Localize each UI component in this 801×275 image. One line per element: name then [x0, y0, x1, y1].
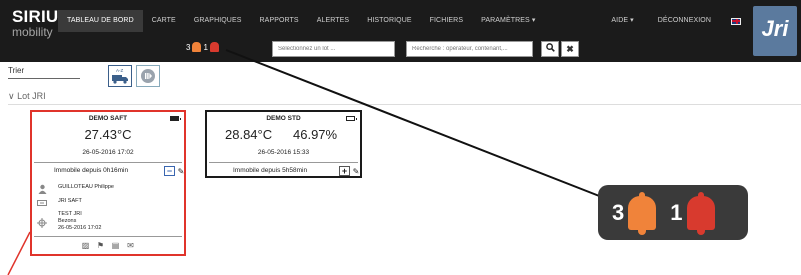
nav-alertes[interactable]: ALERTES	[308, 10, 358, 32]
nav-aide[interactable]: AIDE ▾	[599, 10, 645, 32]
expand-button[interactable]: +	[339, 166, 350, 176]
flag-icon[interactable]: ⚑	[96, 242, 105, 250]
container-icon	[37, 199, 47, 209]
orange-alarm-count-large: 3	[612, 199, 625, 225]
group-title: Lot JRI	[17, 91, 46, 101]
alarm-indicator[interactable]: 3 1	[186, 42, 219, 52]
mail-icon[interactable]: ✉	[126, 242, 135, 250]
device-card-demo-saft[interactable]: DEMO SAFT 27.43°C 26-05-2016 17:02 Immob…	[30, 110, 186, 256]
wrench-icon[interactable]: ✎	[177, 167, 185, 176]
search-icon	[545, 43, 555, 52]
map-icon[interactable]: ▨	[81, 242, 90, 250]
nav-parametres[interactable]: PARAMÈTRES ▾	[472, 10, 544, 32]
clear-button[interactable]: ✖	[561, 41, 579, 57]
operator-icon	[37, 184, 47, 194]
card-footer-divider	[34, 236, 182, 237]
nav-deconnexion[interactable]: DÉCONNEXION	[646, 10, 723, 32]
card-divider	[209, 162, 358, 163]
operator-name: GUILLOTEAU Philippe	[58, 184, 114, 190]
temperature-value: 27.43°C	[84, 127, 132, 142]
sort-label: Trier	[8, 64, 80, 79]
location-city: Bezons	[58, 218, 77, 224]
location-date: 26-05-2016 17:02	[58, 225, 102, 231]
search-input[interactable]	[406, 41, 533, 57]
orange-alarm-count: 3	[186, 42, 191, 52]
menu-right: AIDE ▾ DÉCONNEXION	[599, 10, 741, 32]
red-bell-icon	[686, 191, 715, 235]
sort-status-button[interactable]	[136, 65, 160, 87]
card-title: DEMO STD	[266, 115, 301, 122]
nav-carte[interactable]: CARTE	[143, 10, 185, 32]
card-divider	[34, 162, 182, 163]
document-icon[interactable]: ▤	[111, 242, 120, 250]
location-target-icon	[37, 218, 47, 228]
wrench-icon[interactable]: ✎	[352, 167, 360, 176]
red-bell-icon	[209, 42, 219, 52]
card-title: DEMO SAFT	[88, 115, 128, 122]
search-button[interactable]	[541, 41, 559, 57]
group-divider	[8, 104, 801, 105]
status-text: Immobile depuis 0h16min	[54, 167, 129, 174]
truck-az-icon: A-Z	[112, 68, 128, 84]
alarm-callout: 3 1	[598, 185, 748, 240]
top-navbar: SIRIUS mobility TABLEAU DE BORD CARTE GR…	[0, 0, 801, 62]
device-card-demo-std[interactable]: DEMO STD 28.84°C 46.97% 26-05-2016 15:33…	[205, 110, 362, 178]
reading-date: 26-05-2016 17:02	[82, 149, 134, 156]
humidity-value: 46.97%	[293, 127, 338, 142]
battery-icon	[346, 116, 357, 121]
battery-icon	[170, 116, 181, 121]
jri-logo: Jri	[753, 6, 797, 56]
svg-text:A-Z: A-Z	[116, 68, 124, 73]
close-icon: ✖	[566, 44, 574, 54]
pause-play-icon	[141, 69, 155, 83]
nav-graphiques[interactable]: GRAPHIQUES	[185, 10, 251, 32]
red-alarm-count: 1	[203, 42, 208, 52]
temperature-value: 28.84°C	[225, 127, 273, 142]
location-block: TEST JRI Bezons 26-05-2016 17:02	[58, 211, 101, 232]
nav-historique[interactable]: HISTORIQUE	[358, 10, 420, 32]
reading-date: 26-05-2016 15:33	[257, 149, 310, 156]
orange-bell-icon	[628, 191, 657, 235]
nav-fichiers[interactable]: FICHIERS	[421, 10, 472, 32]
location-name: TEST JRI	[58, 211, 82, 217]
nav-rapports[interactable]: RAPPORTS	[251, 10, 308, 32]
uk-flag-icon[interactable]	[731, 17, 741, 25]
chevron-down-icon: ∨	[8, 91, 15, 101]
red-alarm-count-large: 1	[670, 199, 683, 225]
nav-tableau-de-bord[interactable]: TABLEAU DE BORD	[58, 10, 143, 32]
container-name: JRI SAFT	[58, 198, 82, 204]
status-text: Immobile depuis 5h58min	[233, 167, 308, 174]
orange-bell-icon	[192, 42, 202, 52]
collapse-button[interactable]: −	[164, 166, 175, 176]
main-menu: TABLEAU DE BORD CARTE GRAPHIQUES RAPPORT…	[58, 10, 544, 32]
group-header[interactable]: ∨ Lot JRI	[8, 91, 46, 102]
sort-alphabetical-button[interactable]: A-Z	[108, 65, 132, 87]
lot-select-input[interactable]	[272, 41, 395, 57]
